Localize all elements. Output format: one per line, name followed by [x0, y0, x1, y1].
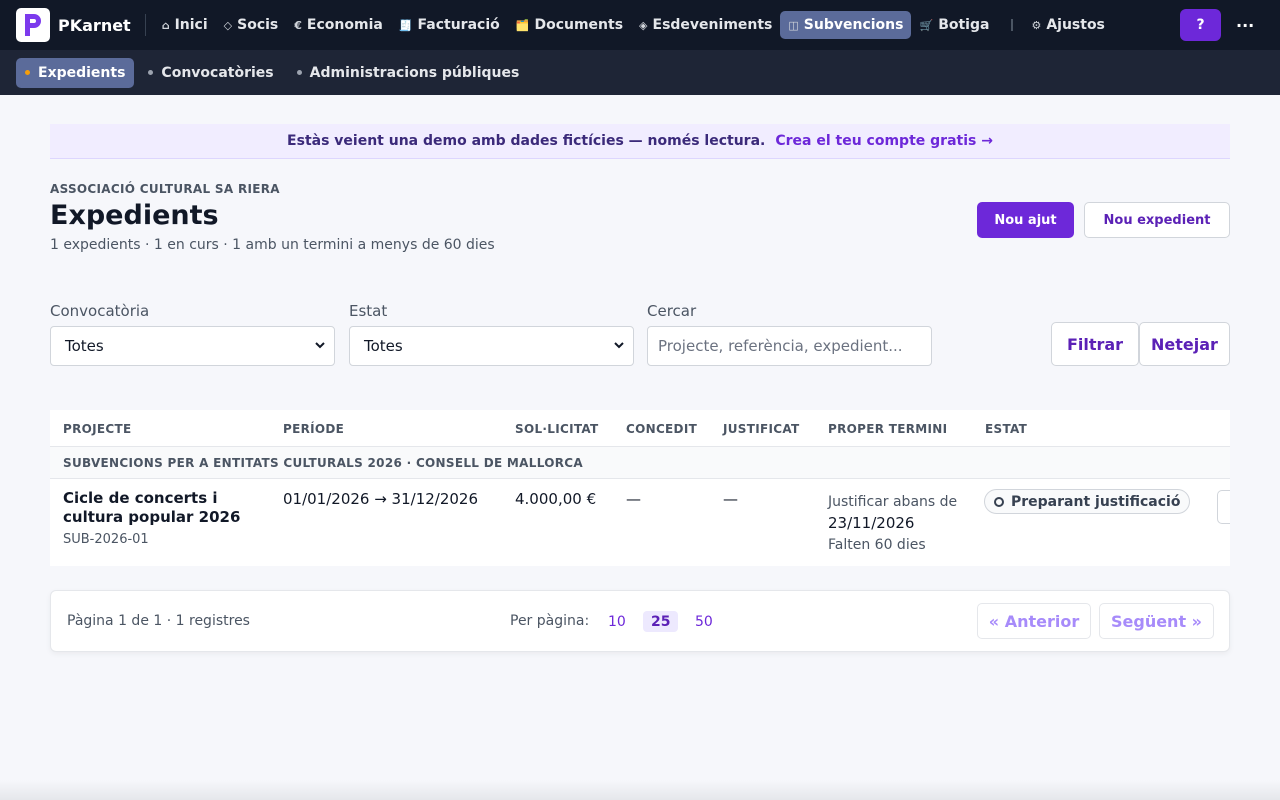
nav-item-economia[interactable]: € Economia [286, 11, 391, 39]
column-header-status: ESTAT [985, 422, 1028, 436]
circle-status-icon [994, 496, 1004, 507]
bottom-shadow [0, 780, 1280, 800]
project-name-link[interactable]: Cicle de concerts i cultura popular 2026 [63, 489, 273, 527]
nav-divider [144, 14, 146, 36]
row-action-button[interactable] [1217, 490, 1230, 524]
main-nav: ⌂ Inici ◇ Socis € Economia 🧾 Facturació … [154, 0, 1113, 50]
gear-icon: ⚙ [1031, 18, 1042, 32]
folder-icon: 🗂️ [515, 18, 530, 32]
column-header-period: PERÍODE [283, 422, 345, 436]
nav-item-label: Inici [174, 17, 208, 33]
page-title: Expedients [50, 200, 219, 231]
nav-item-label: Documents [534, 17, 624, 33]
subnav-item-label: Administracions públiques [309, 64, 520, 81]
column-header-granted: CONCEDIT [626, 422, 698, 436]
nav-item-documents[interactable]: 🗂️ Documents [508, 11, 631, 39]
create-account-link[interactable]: Crea el teu compte gratis → [775, 133, 993, 149]
subnav-item-expedients[interactable]: Expedients [16, 57, 135, 88]
pagination: Pàgina 1 de 1 · 1 registres Per pàgina: … [50, 590, 1230, 652]
nav-item-label: Ajustos [1046, 17, 1105, 33]
clear-button[interactable]: Netejar [1139, 322, 1230, 366]
call-filter-value: Totes [65, 337, 104, 355]
nav-separator [1011, 19, 1014, 31]
organization-name: ASSOCIACIÓ CULTURAL SA RIERA [50, 182, 280, 196]
columns-icon: ◫ [788, 18, 799, 32]
table-group-row: SUBVENCIONS PER A ENTITATS CULTURALS 202… [50, 447, 1230, 479]
nav-item-label: Subvencions [803, 17, 904, 33]
previous-page-button[interactable]: « Anterior [977, 603, 1091, 639]
nav-item-esdeveniments[interactable]: ◈ Esdeveniments [631, 11, 780, 39]
deadline-remaining: Falten 60 dies [828, 537, 926, 553]
nav-item-facturacio[interactable]: 🧾 Facturació [391, 11, 508, 39]
status-filter-value: Totes [364, 337, 403, 355]
column-header-requested: SOL·LICITAT [515, 422, 599, 436]
subnav-item-label: Expedients [38, 64, 126, 81]
nav-item-label: Facturació [417, 17, 500, 33]
receipt-icon: 🧾 [398, 18, 413, 32]
deadline-date: 23/11/2026 [828, 514, 915, 532]
demo-banner-message: Estàs veient una demo amb dades fictície… [287, 133, 766, 149]
demo-banner: Estàs veient una demo amb dades fictície… [50, 124, 1230, 159]
subnav-item-label: Convocatòries [161, 64, 274, 81]
pkarnet-logo-icon [16, 8, 50, 42]
more-menu-button[interactable]: ... [1236, 12, 1254, 31]
page-summary: 1 expedients · 1 en curs · 1 amb un term… [50, 237, 495, 253]
status-badge-label: Preparant justificació [1011, 493, 1181, 510]
search-label: Cercar [647, 302, 697, 320]
new-file-button[interactable]: Nou expedient [1084, 202, 1230, 238]
page-size-10[interactable]: 10 [600, 611, 634, 632]
column-header-justified: JUSTIFICAT [723, 422, 800, 436]
nav-item-inici[interactable]: ⌂ Inici [154, 11, 216, 39]
nav-item-subvencions[interactable]: ◫ Subvencions [780, 11, 912, 39]
brand[interactable]: PKarnet [16, 0, 131, 50]
bullet-icon [148, 70, 154, 75]
new-aid-button[interactable]: Nou ajut [977, 202, 1074, 238]
help-button[interactable]: ? [1180, 9, 1221, 41]
grants-table: PROJECTE PERÍODE SOL·LICITAT CONCEDIT JU… [50, 410, 1230, 566]
deadline-label: Justificar abans de [828, 494, 958, 510]
chevron-down-icon [315, 341, 325, 352]
status-badge: Preparant justificació [984, 489, 1191, 514]
nav-item-label: Botiga [938, 17, 990, 33]
filter-button[interactable]: Filtrar [1051, 322, 1139, 366]
subnav-item-convocatories[interactable]: Convocatòries [139, 58, 282, 88]
period-cell: 01/01/2026 → 31/12/2026 [283, 490, 479, 508]
requested-cell: 4.000,00 € [515, 490, 597, 508]
nav-item-label: Esdeveniments [652, 17, 773, 33]
bullet-icon [296, 70, 302, 75]
subnav-item-administracions[interactable]: Administracions públiques [288, 58, 529, 88]
top-navbar: PKarnet ⌂ Inici ◇ Socis € Economia 🧾 Fac… [0, 0, 1280, 50]
event-diamond-icon: ◈ [639, 18, 648, 32]
page-size-25[interactable]: 25 [643, 611, 679, 632]
nav-item-botiga[interactable]: 🛒 Botiga [911, 11, 997, 39]
nav-item-socis[interactable]: ◇ Socis [216, 11, 287, 39]
chevron-down-icon [614, 341, 624, 352]
brand-name: PKarnet [58, 15, 131, 35]
status-filter-label: Estat [349, 302, 388, 320]
search-input[interactable] [647, 326, 932, 366]
column-header-project: PROJECTE [63, 422, 132, 436]
project-reference: SUB-2026-01 [63, 532, 149, 547]
page-size-50[interactable]: 50 [687, 611, 721, 632]
pagination-info: Pàgina 1 de 1 · 1 registres [67, 613, 250, 629]
nav-item-label: Socis [237, 17, 279, 33]
nav-item-label: Economia [306, 17, 383, 33]
call-filter-select[interactable]: Totes [50, 326, 335, 366]
cart-icon: 🛒 [919, 18, 934, 32]
call-filter-label: Convocatòria [50, 302, 150, 320]
euro-icon: € [294, 18, 302, 32]
per-page-label: Per pàgina: [510, 613, 590, 629]
granted-cell: — [626, 490, 641, 508]
next-page-button[interactable]: Següent » [1099, 603, 1214, 639]
nav-item-ajustos[interactable]: ⚙ Ajustos [1023, 11, 1112, 39]
sub-navbar: Expedients Convocatòries Administracions… [0, 50, 1280, 95]
diamond-icon: ◇ [223, 18, 233, 32]
bullet-icon [25, 70, 30, 75]
column-header-deadline: PROPER TERMINI [828, 422, 948, 436]
group-title: SUBVENCIONS PER A ENTITATS CULTURALS 202… [63, 456, 583, 470]
status-filter-select[interactable]: Totes [349, 326, 634, 366]
justified-cell: — [723, 490, 738, 508]
home-icon: ⌂ [161, 18, 170, 32]
